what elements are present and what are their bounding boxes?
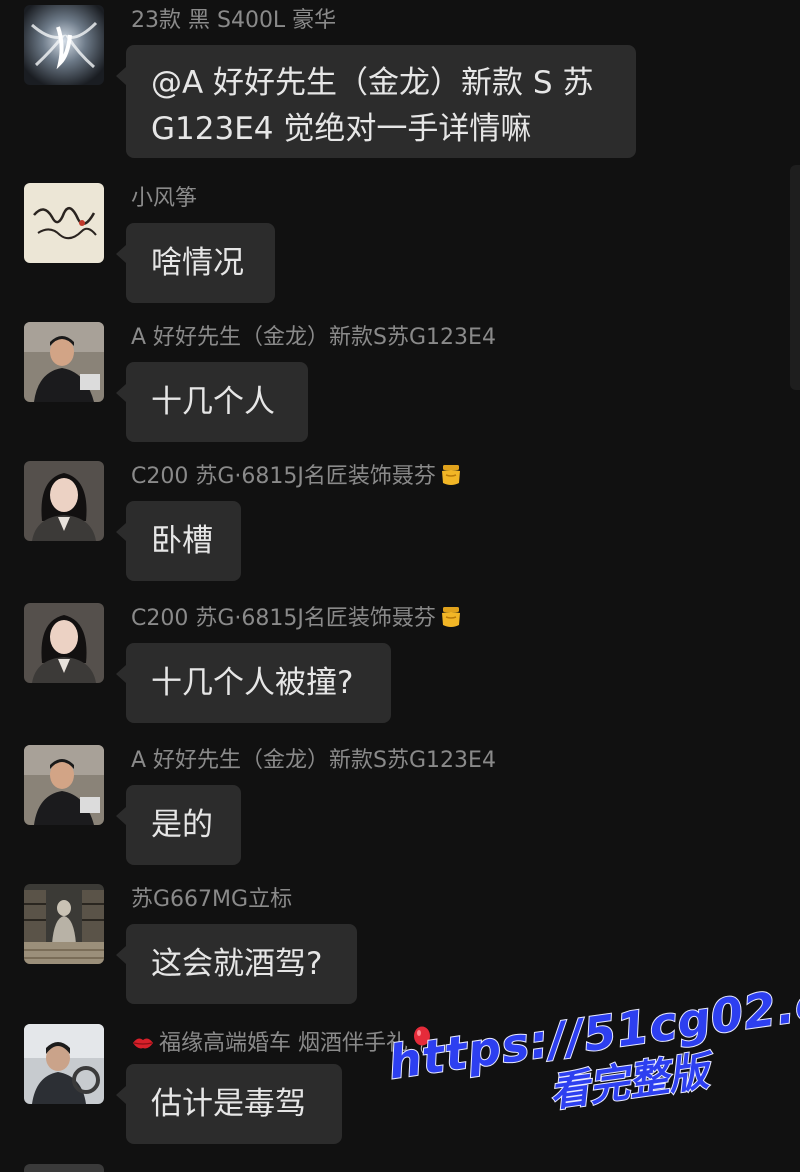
message-bubble[interactable]: @A 好好先生（金龙）新款 S 苏 G123E4 觉绝对一手详情嘛 <box>116 45 636 158</box>
honey-jar-icon <box>439 463 463 495</box>
woman-portrait-avatar[interactable] <box>24 461 104 541</box>
sender-name: 小风筝 <box>131 186 198 211</box>
sender-name-text: 福缘高端婚车 烟酒伴手礼 <box>159 1031 408 1056</box>
watermark-url: https://51cg02.cc <box>384 970 800 1090</box>
lips-icon <box>131 1032 155 1062</box>
sender-name: A 好好先生（金龙）新款S苏G123E4 <box>131 325 496 350</box>
man-in-car-avatar[interactable] <box>24 1024 104 1104</box>
message-text: 十几个人被撞? <box>151 665 354 701</box>
sender-name-text: C200 苏G·6815J名匠装饰聂芬 <box>131 606 436 631</box>
message-bubble[interactable]: 十几个人被撞? <box>116 643 391 723</box>
message-bubble[interactable]: 十几个人 <box>116 362 308 442</box>
calligraphy-avatar[interactable] <box>24 183 104 263</box>
message-text: 估计是毒驾 <box>151 1086 306 1122</box>
message-bubble[interactable]: 啥情况 <box>116 223 275 303</box>
balloon-icon <box>411 1026 433 1062</box>
message-text: 啥情况 <box>151 245 244 281</box>
dragon-art-avatar[interactable] <box>24 5 104 85</box>
statue-library-avatar[interactable] <box>24 884 104 964</box>
message-text: 是的 <box>151 807 213 843</box>
message-bubble[interactable]: 是的 <box>116 785 241 865</box>
man-portrait-avatar[interactable] <box>24 745 104 825</box>
scroll-indicator[interactable] <box>790 165 800 390</box>
sender-name: A 好好先生（金龙）新款S苏G123E4 <box>131 748 496 773</box>
chat-screen: 23款 黑 S400L 豪华 @A 好好先生（金龙）新款 S 苏 G123E4 … <box>0 0 800 1172</box>
sender-name: C200 苏G·6815J名匠装饰聂芬 <box>131 605 463 637</box>
message-text-line: @A 好好先生（金龙）新款 S 苏 <box>151 65 594 101</box>
sender-name: 福缘高端婚车 烟酒伴手礼 <box>131 1026 433 1062</box>
message-bubble[interactable]: 这会就酒驾? <box>116 924 357 1004</box>
sender-name: 苏G667MG立标 <box>131 887 293 912</box>
sender-name: C200 苏G·6815J名匠装饰聂芬 <box>131 463 463 495</box>
man-portrait-avatar[interactable] <box>24 322 104 402</box>
watermark: https://51cg02.cc 看完整版 <box>384 970 800 1164</box>
sender-name-text: C200 苏G·6815J名匠装饰聂芬 <box>131 464 436 489</box>
next-avatar-partial <box>24 1164 104 1172</box>
woman-portrait-avatar[interactable] <box>24 603 104 683</box>
message-text: 十几个人 <box>151 384 275 420</box>
message-text-line: G123E4 觉绝对一手详情嘛 <box>151 111 532 147</box>
message-bubble[interactable]: 估计是毒驾 <box>116 1064 342 1144</box>
watermark-subtitle: 看完整版 <box>546 1048 713 1118</box>
message-text: 卧槽 <box>151 523 213 559</box>
sender-name: 23款 黑 S400L 豪华 <box>131 8 337 33</box>
message-text: 这会就酒驾? <box>151 946 323 982</box>
honey-jar-icon <box>439 605 463 637</box>
message-bubble[interactable]: 卧槽 <box>116 501 241 581</box>
